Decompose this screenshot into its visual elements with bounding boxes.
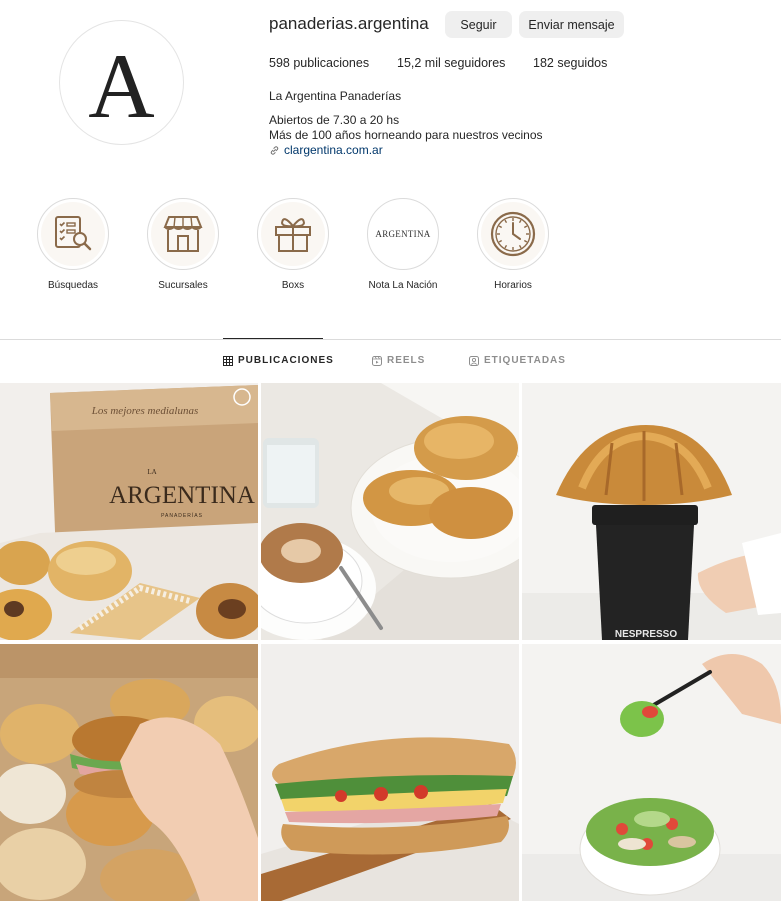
- post-thumbnail[interactable]: [522, 644, 781, 901]
- post-image-sandwich-box: [0, 644, 258, 901]
- following-count[interactable]: 182 seguidos: [533, 56, 607, 70]
- tabs-divider: [0, 339, 781, 340]
- bio-line: Más de 100 años horneando para nuestros …: [269, 128, 543, 142]
- link-icon: [270, 145, 279, 155]
- clock-icon: [490, 211, 536, 257]
- post-thumbnail[interactable]: [261, 383, 519, 640]
- highlight-label: Horarios: [494, 280, 532, 291]
- search-list-icon: [55, 216, 92, 251]
- avatar-logo-letter: A: [88, 34, 155, 137]
- profile-full-name: La Argentina Panaderías: [269, 89, 402, 103]
- highlight-boxs[interactable]: Boxs: [248, 198, 338, 291]
- grid-icon: [223, 355, 233, 366]
- post-image-croissants-coffee: [261, 383, 519, 640]
- highlight-nota-la-nacion[interactable]: ARGENTINA Nota La Nación: [358, 198, 448, 291]
- post-thumbnail[interactable]: [261, 644, 519, 901]
- tab-label: ETIQUETADAS: [484, 355, 566, 366]
- highlight-label: Nota La Nación: [368, 280, 438, 291]
- post-thumbnail[interactable]: [0, 644, 258, 901]
- website-link-text[interactable]: clargentina.com.ar: [284, 143, 383, 157]
- tagged-icon: [469, 355, 479, 366]
- bio-line: Abiertos de 7.30 a 20 hs: [269, 113, 400, 127]
- post-image-baguette: [261, 644, 519, 901]
- box-brand-text: ARGENTINA: [109, 482, 255, 509]
- post-thumbnail[interactable]: Los mejores medialunas LA ARGENTINA PANA…: [0, 383, 258, 640]
- website-link[interactable]: clargentina.com.ar: [269, 143, 383, 157]
- post-image-pastry-box: Los mejores medialunas LA ARGENTINA PANA…: [0, 383, 258, 640]
- highlight-label: Boxs: [281, 280, 305, 291]
- tab-etiquetadas[interactable]: ETIQUETADAS: [469, 355, 566, 366]
- gift-box-icon: [275, 218, 311, 252]
- posts-count: 598 publicaciones: [269, 56, 370, 70]
- storefront-icon: [163, 216, 203, 252]
- send-message-button[interactable]: Enviar mensaje: [519, 11, 624, 38]
- tab-reels[interactable]: REELS: [372, 355, 425, 366]
- argentina-logo: ARGENTINA: [375, 229, 431, 239]
- tab-publicaciones[interactable]: PUBLICACIONES: [223, 355, 334, 366]
- highlight-label: Búsquedas: [47, 280, 99, 291]
- posts-grid: Los mejores medialunas LA ARGENTINA PANA…: [0, 383, 781, 901]
- box-tagline: Los mejores medialunas: [91, 405, 199, 417]
- active-tab-indicator: [223, 338, 323, 339]
- post-image-croissant-cup: NESPRESSO: [522, 383, 781, 640]
- followers-count[interactable]: 15,2 mil seguidores: [397, 56, 505, 70]
- profile-avatar[interactable]: A: [59, 20, 184, 145]
- box-small-text: LA: [147, 468, 156, 476]
- cup-brand-text: NESPRESSO: [615, 629, 677, 640]
- post-thumbnail[interactable]: NESPRESSO: [522, 383, 781, 640]
- reels-icon: [372, 355, 382, 366]
- highlight-busquedas[interactable]: Búsquedas: [28, 198, 118, 291]
- profile-username: panaderias.argentina: [269, 14, 429, 33]
- follow-button[interactable]: Seguir: [445, 11, 512, 38]
- highlight-label: Sucursales: [158, 280, 208, 291]
- tab-label: REELS: [387, 355, 426, 366]
- box-sub-text: PANADERÍAS: [161, 512, 203, 519]
- highlight-horarios[interactable]: Horarios: [468, 198, 558, 291]
- highlight-sucursales[interactable]: Sucursales: [138, 198, 228, 291]
- tab-label: PUBLICACIONES: [238, 355, 334, 366]
- post-image-salad: [522, 644, 781, 901]
